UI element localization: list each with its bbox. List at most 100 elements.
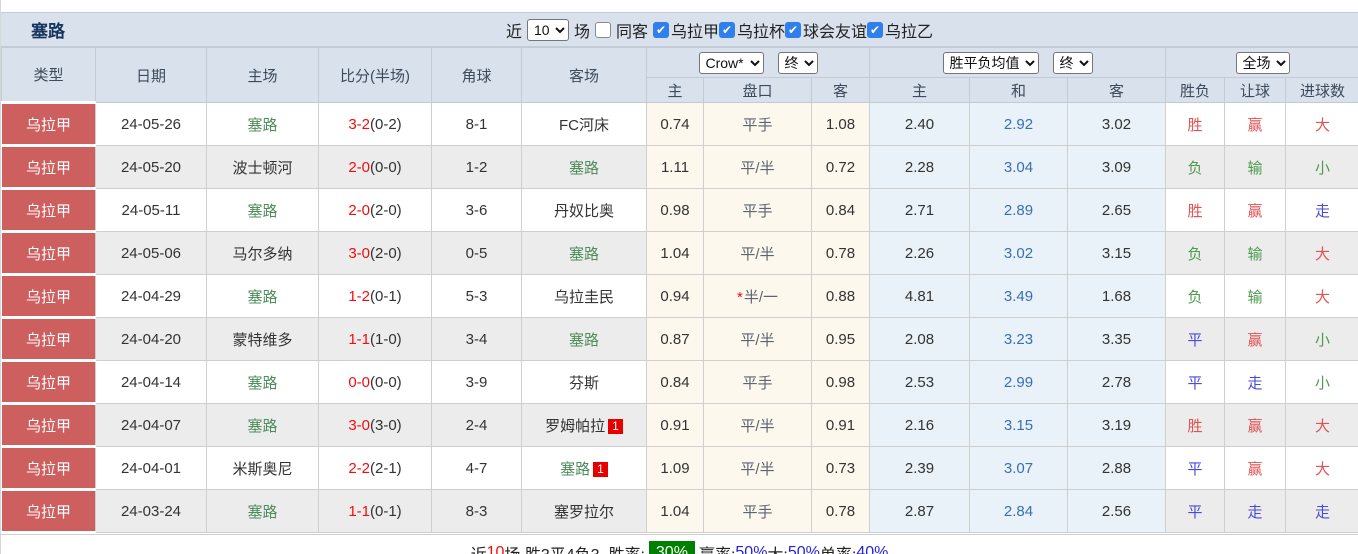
avg-draw-cell: 3.23 (969, 317, 1068, 361)
avg-draw-cell: 3.07 (969, 446, 1068, 490)
league-filter-乌拉乙: ✔ 乌拉乙 (867, 18, 933, 42)
odds-home-value: 0.84 (660, 373, 690, 391)
result-cell: 平 (1165, 489, 1226, 533)
avg-away-cell: 3.35 (1066, 317, 1167, 361)
odds-away-value: 0.98 (825, 373, 856, 391)
handicap-result-value: 赢 (1247, 417, 1263, 435)
goals-result-value: 小 (1315, 374, 1331, 392)
avg-draw-value: 3.49 (1003, 287, 1034, 305)
odds-home-value: 1.04 (660, 502, 690, 520)
home-team-name: 波士顿河 (232, 159, 293, 177)
result-value: 胜 (1187, 116, 1203, 134)
odds-group-header: Crow* 终 (646, 47, 870, 78)
league-checkbox[interactable]: ✔ (785, 21, 802, 38)
result-cell: 胜 (1165, 403, 1226, 447)
handicap-cell: 平/半 (703, 231, 812, 275)
odds-away-value: 0.73 (825, 459, 856, 477)
avg-draw-cell: 3.04 (969, 145, 1068, 189)
handicap-result-value: 赢 (1247, 202, 1263, 220)
col-header-away: 客场 (521, 47, 647, 103)
result-value: 负 (1187, 288, 1203, 306)
corner-count: 3-4 (465, 330, 488, 348)
subcol-goals-result: 进球数 (1285, 77, 1358, 103)
goals-result-cell: 走 (1285, 188, 1358, 232)
goals-result-cell: 大 (1285, 102, 1358, 146)
handicap-cell: 平手 (703, 489, 812, 533)
goals-result-cell: 小 (1285, 317, 1358, 361)
scope-select[interactable]: 全场 (1235, 51, 1290, 74)
col-header-home: 主场 (206, 47, 319, 103)
odds-stage-select[interactable]: 终 (777, 51, 818, 74)
league-checkbox[interactable]: ✔ (652, 21, 669, 38)
avg-draw-value: 2.89 (1003, 201, 1034, 219)
odds-provider-select[interactable]: Crow* (698, 51, 764, 74)
home-team-name: 塞路 (247, 288, 278, 306)
same-away-checkbox[interactable] (594, 21, 611, 38)
goals-result-cell: 大 (1285, 446, 1358, 490)
subcol-handicap: 盘口 (703, 77, 812, 103)
table-row: 乌拉甲 24-05-26 塞路 3-2(0-2) 8-1 FC河床 0.74 平手 1.08 2.… (1, 101, 1358, 147)
avg-provider-select[interactable]: 胜平负均值 (942, 51, 1039, 74)
home-team-cell: 波士顿河 (206, 145, 319, 189)
avg-home-value: 4.81 (904, 287, 935, 305)
recent-count-select[interactable]: 10 (526, 18, 569, 41)
odds-away-cell: 0.95 (811, 317, 870, 361)
score-cell: 1-1(0-1) (318, 489, 432, 533)
avg-home-cell: 2.53 (869, 360, 970, 404)
league-type-cell: 乌拉甲 (1, 359, 96, 405)
handicap-cell: 平/半 (703, 403, 812, 447)
handicap-result-cell: 输 (1224, 145, 1287, 189)
score-cell: 2-2(2-1) (318, 446, 432, 490)
summary-footer: 近10场,胜3平4负3, 胜率:30%赢率:50% 大:50% 单率:40% (1, 534, 1358, 554)
match-date: 24-03-24 (120, 502, 182, 520)
away-team-name: 罗姆帕拉 (545, 417, 606, 435)
league-type-label: 乌拉甲 (25, 288, 71, 306)
match-date: 24-04-29 (120, 287, 182, 305)
handicap-cell: 平手 (703, 188, 812, 232)
goals-result-value: 大 (1315, 245, 1331, 263)
league-checkbox[interactable]: ✔ (719, 21, 735, 38)
avg-home-cell: 2.71 (869, 188, 970, 232)
league-type-cell: 乌拉甲 (1, 273, 96, 319)
corner-count: 3-6 (465, 201, 488, 219)
league-label: 乌拉甲 (670, 23, 719, 41)
avg-draw-value: 3.23 (1003, 330, 1034, 348)
home-team-name: 塞路 (247, 202, 278, 220)
avg-draw-cell: 3.15 (969, 403, 1068, 447)
odds-away-cell: 0.88 (811, 274, 870, 318)
avg-home-value: 2.28 (904, 158, 935, 176)
filter-bar: 塞路 近 10 场 同客 ✔ 乌拉甲 ✔ 乌拉杯 ✔ 球会友谊 ✔ 乌拉乙 (1, 12, 1358, 47)
odds-home-cell: 0.84 (646, 360, 704, 404)
avg-home-cell: 4.81 (869, 274, 970, 318)
header-group-row: 类型 日期 主场 比分(半场) 角球 客场 Crow* 终 胜平负均值 终 全场 (1, 47, 1358, 103)
filter-controls: 近 10 场 同客 ✔ 乌拉甲 ✔ 乌拉杯 ✔ 球会友谊 ✔ 乌拉乙 (506, 18, 933, 42)
avg-draw-value: 3.04 (1003, 158, 1034, 176)
home-team-cell: 塞路 (206, 274, 319, 318)
avg-draw-cell: 3.02 (969, 231, 1068, 275)
handicap-result-cell: 走 (1224, 360, 1287, 404)
avg-away-value: 3.15 (1101, 244, 1132, 262)
goals-result-value: 大 (1315, 116, 1331, 134)
league-type-label: 乌拉甲 (25, 503, 71, 521)
avg-away-value: 2.65 (1101, 201, 1132, 219)
result-value: 平 (1187, 460, 1203, 478)
avg-away-cell: 1.68 (1066, 274, 1167, 318)
league-checkbox[interactable]: ✔ (867, 21, 884, 38)
result-cell: 平 (1165, 446, 1226, 490)
odds-home-value: 0.94 (660, 287, 690, 305)
league-label: 乌拉杯 (737, 23, 786, 41)
avg-stage-select[interactable]: 终 (1052, 51, 1093, 74)
league-type-cell: 乌拉甲 (1, 144, 96, 190)
odds-away-cell: 0.73 (811, 446, 870, 490)
avg-home-value: 2.08 (904, 330, 935, 348)
league-type-cell: 乌拉甲 (1, 316, 96, 362)
odds-home-cell: 1.09 (646, 446, 704, 490)
avg-draw-value: 3.07 (1003, 459, 1034, 477)
footer-segment: 近 (471, 541, 487, 554)
handicap-result-cell: 输 (1224, 231, 1287, 275)
odds-home-cell: 0.91 (646, 403, 704, 447)
away-team-name: 芬斯 (568, 374, 599, 392)
home-team-cell: 塞路 (206, 188, 319, 232)
table-row: 乌拉甲 24-04-29 塞路 1-2(0-1) 5-3 乌拉圭民 0.94 *半/一 0.88… (1, 273, 1358, 319)
handicap-result-value: 赢 (1247, 331, 1263, 349)
